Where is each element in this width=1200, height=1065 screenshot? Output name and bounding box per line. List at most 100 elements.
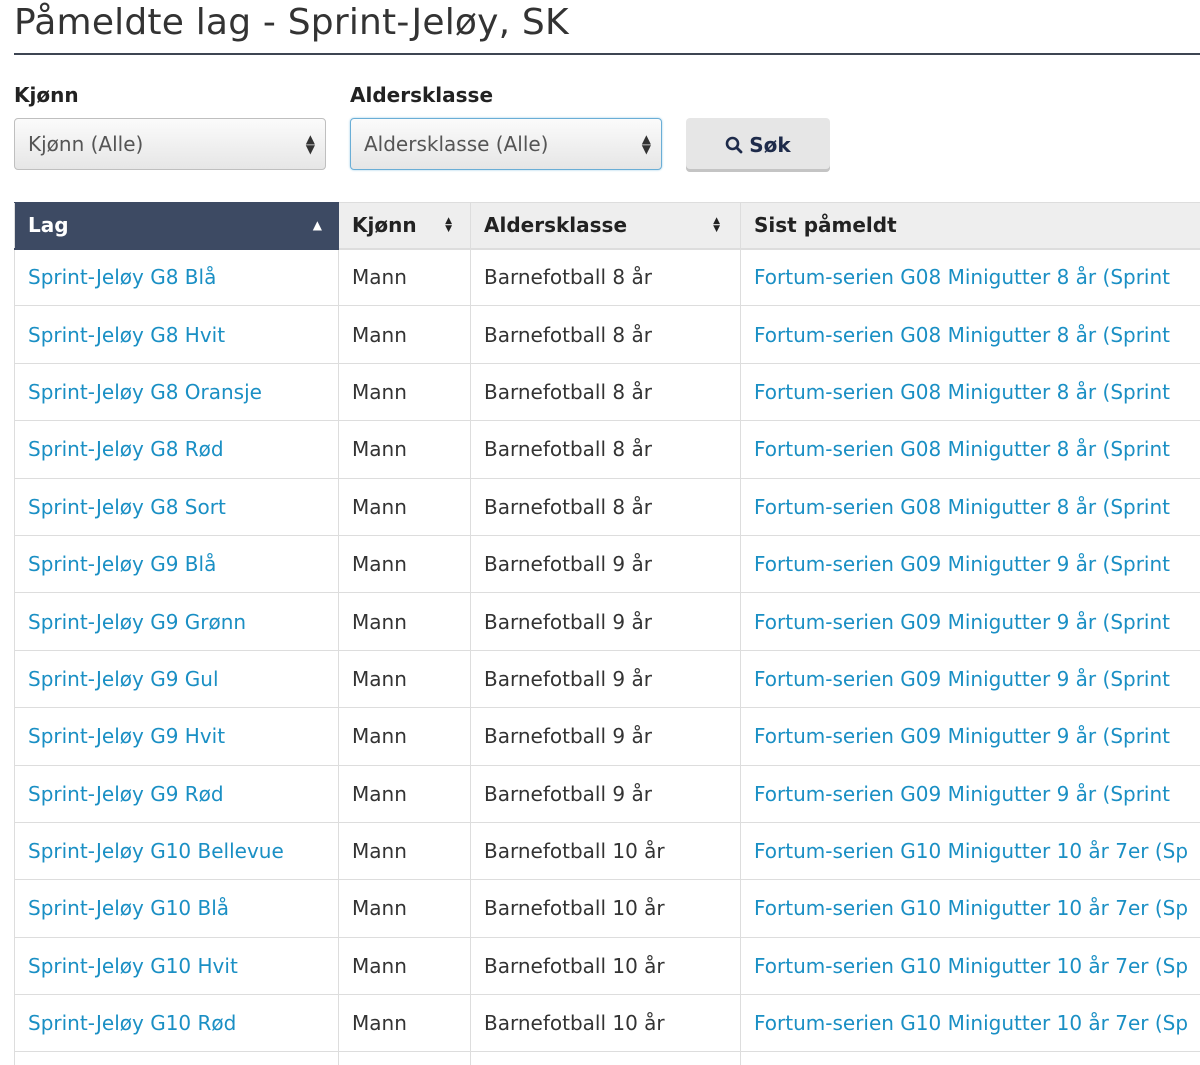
age-class-select[interactable]: Aldersklasse (Alle) ▲ ▼ — [350, 118, 662, 170]
table-row: Sprint-Jeløy G10 Bellevue Mann Barnefotbal… — [14, 822, 1200, 881]
gender-cell: Mann — [338, 994, 471, 1053]
gender-cell: Mann — [338, 592, 471, 651]
gender-select[interactable]: Kjønn (Alle) ▲ ▼ — [14, 118, 326, 170]
age-class-cell: Barnefotball 8 år — [470, 363, 741, 422]
last-registered-link[interactable]: Fortum-serien G10 Minigutter 10 år 7er (… — [740, 822, 1200, 881]
team-link[interactable]: Sprint-Jeløy G8 Sort — [14, 478, 339, 536]
last-registered-link[interactable]: Fortum-serien G08 Minigutter 8 år (Sprin… — [740, 420, 1200, 479]
last-registered-link[interactable]: Fortum-serien G09 Minigutter 9 år (Sprin… — [740, 707, 1200, 766]
column-header-gender[interactable]: Kjønn ▲ ▼ — [338, 202, 471, 250]
column-header-label: Lag — [28, 213, 69, 238]
gender-cell: Mann — [338, 420, 471, 479]
last-registered-link[interactable]: Fortum-serien G09 Minigutter 9 år (Sprin… — [740, 650, 1200, 709]
team-link[interactable]: Sprint-Jeløy G10 Blå — [14, 879, 339, 938]
age-class-cell: Barnefotball 10 år — [470, 879, 741, 938]
column-header-last-registered: Sist påmeldt — [740, 202, 1200, 250]
last-registered-link[interactable]: Fortum-serien G08 Minigutter 8 år (Sprin… — [740, 305, 1200, 364]
age-class-cell: Barnefotball 10 år — [470, 822, 741, 881]
last-registered-link[interactable]: Fortum-serien G09 Minigutter 9 år (Sprin… — [740, 535, 1200, 594]
column-header-label: Kjønn — [352, 213, 417, 238]
gender-cell: Mann — [338, 650, 471, 709]
gender-cell: Mann — [338, 535, 471, 594]
select-arrows-icon: ▲ ▼ — [641, 132, 651, 156]
age-class-cell: Barnefotball 10 år — [470, 994, 741, 1053]
age-class-cell: Barnefotball 8 år — [470, 478, 741, 536]
table-row: Sprint-Jeløy G8 Oransje Mann Barnefotball … — [14, 363, 1200, 422]
team-link[interactable]: Sprint-Jeløy G9 Gul — [14, 650, 339, 709]
search-icon — [725, 136, 743, 154]
gender-cell: Mann — [338, 707, 471, 766]
last-registered-link[interactable]: Fortum-serien G08 Minigutter 8 år (Sprin… — [740, 363, 1200, 422]
table-row: Sprint-Jeløy G9 Grønn Mann Barnefotball 9 … — [14, 592, 1200, 651]
team-link[interactable]: Sprint-Jeløy G9 Grønn — [14, 592, 339, 651]
teams-table: Lag ▲ Kjønn ▲ ▼ Aldersklasse ▲ ▼ Sist påme… — [14, 202, 1200, 1065]
age-class-cell: Barnefotball 9 år — [470, 592, 741, 651]
team-link[interactable]: Sprint-Jeløy G9 Rød — [14, 765, 339, 823]
gender-cell: Mann — [338, 937, 471, 996]
team-link[interactable]: Sprint-Jeløy G9 Hvit — [14, 707, 339, 766]
table-row: Sprint-Jeløy G10 Blå Mann Barnefotball 10 … — [14, 879, 1200, 938]
age-class-cell: Barnefotball 8 år — [470, 305, 741, 364]
team-link[interactable]: Sprint-Jeløy G10 Bellevue — [14, 822, 339, 881]
table-row: Sprint-Jeløy G10 Hvit Mann Barnefotball 10… — [14, 937, 1200, 996]
gender-filter-label: Kjønn — [14, 83, 79, 107]
search-button-label: Søk — [749, 132, 791, 157]
table-row: Sprint-Jeløy G9 Blå Mann Barnefotball 9 år… — [14, 535, 1200, 594]
age-class-cell: Barnefotball 10 år — [470, 937, 741, 996]
team-link[interactable]: Sprint-Jeløy G9 Blå — [14, 535, 339, 594]
age-class-cell: Barnefotball 9 år — [470, 650, 741, 709]
last-registered-link[interactable]: Fortum-serien G09 Minigutter 9 år (Sprin… — [740, 592, 1200, 651]
team-link[interactable]: Sprint-Jeløy G8 Hvit — [14, 305, 339, 364]
table-row: Sprint-Jeløy G8 Blå Mann Barnefotball 8 år… — [14, 248, 1200, 307]
gender-cell: Mann — [338, 363, 471, 422]
gender-cell: Mann — [338, 879, 471, 938]
last-registered-link[interactable]: Fortum-serien G08 Minigutter 8 år (Sprin… — [740, 478, 1200, 536]
table-row: Sprint-Jeløy G9 Gul Mann Barnefotball 9 år… — [14, 650, 1200, 709]
age-class-cell: Barnefotball 8 år — [470, 420, 741, 479]
column-header-label: Aldersklasse — [484, 213, 628, 238]
age-class-select-value: Aldersklasse (Alle) — [364, 132, 549, 156]
team-link[interactable]: Sprint-Jeløy G10 Hvit — [14, 937, 339, 996]
sort-both-icon: ▲ ▼ — [445, 216, 452, 234]
last-registered-link — [740, 1051, 1200, 1065]
gender-cell: Mann — [338, 822, 471, 881]
sort-ascending-icon: ▲ — [312, 218, 322, 232]
team-link[interactable]: Sprint-Jeløy G8 Blå — [14, 248, 339, 307]
column-header-label: Sist påmeldt — [754, 213, 897, 238]
table-row: Sprint-Jeløy G9 Hvit Mann Barnefotball 9 å… — [14, 707, 1200, 766]
table-header-row: Lag ▲ Kjønn ▲ ▼ Aldersklasse ▲ ▼ Sist påme… — [14, 202, 1200, 250]
age-class-filter-label: Aldersklasse — [350, 83, 494, 107]
column-header-team[interactable]: Lag ▲ — [14, 202, 339, 250]
last-registered-link[interactable]: Fortum-serien G10 Minigutter 10 år 7er (… — [740, 879, 1200, 938]
gender-cell: Mann — [338, 765, 471, 823]
team-link[interactable]: Sprint-Jeløy G8 Oransje — [14, 363, 339, 422]
title-divider — [14, 53, 1200, 55]
gender-cell: Mann — [338, 248, 471, 307]
last-registered-link[interactable]: Fortum-serien G10 Minigutter 10 år 7er (… — [740, 937, 1200, 996]
gender-cell — [338, 1051, 471, 1065]
last-registered-link[interactable]: Fortum-serien G10 Minigutter 10 år 7er (… — [740, 994, 1200, 1053]
gender-cell: Mann — [338, 478, 471, 536]
table-row: Sprint-Jeløy G8 Hvit Mann Barnefotball 8 å… — [14, 305, 1200, 364]
sort-both-icon: ▲ ▼ — [713, 216, 720, 234]
team-link[interactable]: Sprint-Jeløy G8 Rød — [14, 420, 339, 479]
table-row: Sprint-Jeløy G9 Rød Mann Barnefotball 9 år… — [14, 765, 1200, 823]
table-row — [14, 1051, 1200, 1065]
gender-cell: Mann — [338, 305, 471, 364]
select-arrows-icon: ▲ ▼ — [305, 132, 315, 156]
table-body: Sprint-Jeløy G8 Blå Mann Barnefotball 8 år… — [14, 248, 1200, 1065]
age-class-cell: Barnefotball 9 år — [470, 535, 741, 594]
table-row: Sprint-Jeløy G8 Sort Mann Barnefotball 8 å… — [14, 478, 1200, 536]
age-class-cell: Barnefotball 9 år — [470, 707, 741, 766]
team-link[interactable]: Sprint-Jeløy G10 Rød — [14, 994, 339, 1053]
page: Påmeldte lag - Sprint-Jeløy, SK Kjønn Kj… — [0, 0, 1200, 1065]
last-registered-link[interactable]: Fortum-serien G08 Minigutter 8 år (Sprin… — [740, 248, 1200, 307]
gender-select-value: Kjønn (Alle) — [28, 132, 144, 156]
last-registered-link[interactable]: Fortum-serien G09 Minigutter 9 år (Sprin… — [740, 765, 1200, 823]
column-header-age-class[interactable]: Aldersklasse ▲ ▼ — [470, 202, 741, 250]
team-link — [14, 1051, 339, 1065]
age-class-cell: Barnefotball 9 år — [470, 765, 741, 823]
table-row: Sprint-Jeløy G8 Rød Mann Barnefotball 8 år… — [14, 420, 1200, 479]
search-button[interactable]: Søk — [686, 118, 830, 172]
page-title: Påmeldte lag - Sprint-Jeløy, SK — [14, 2, 569, 43]
